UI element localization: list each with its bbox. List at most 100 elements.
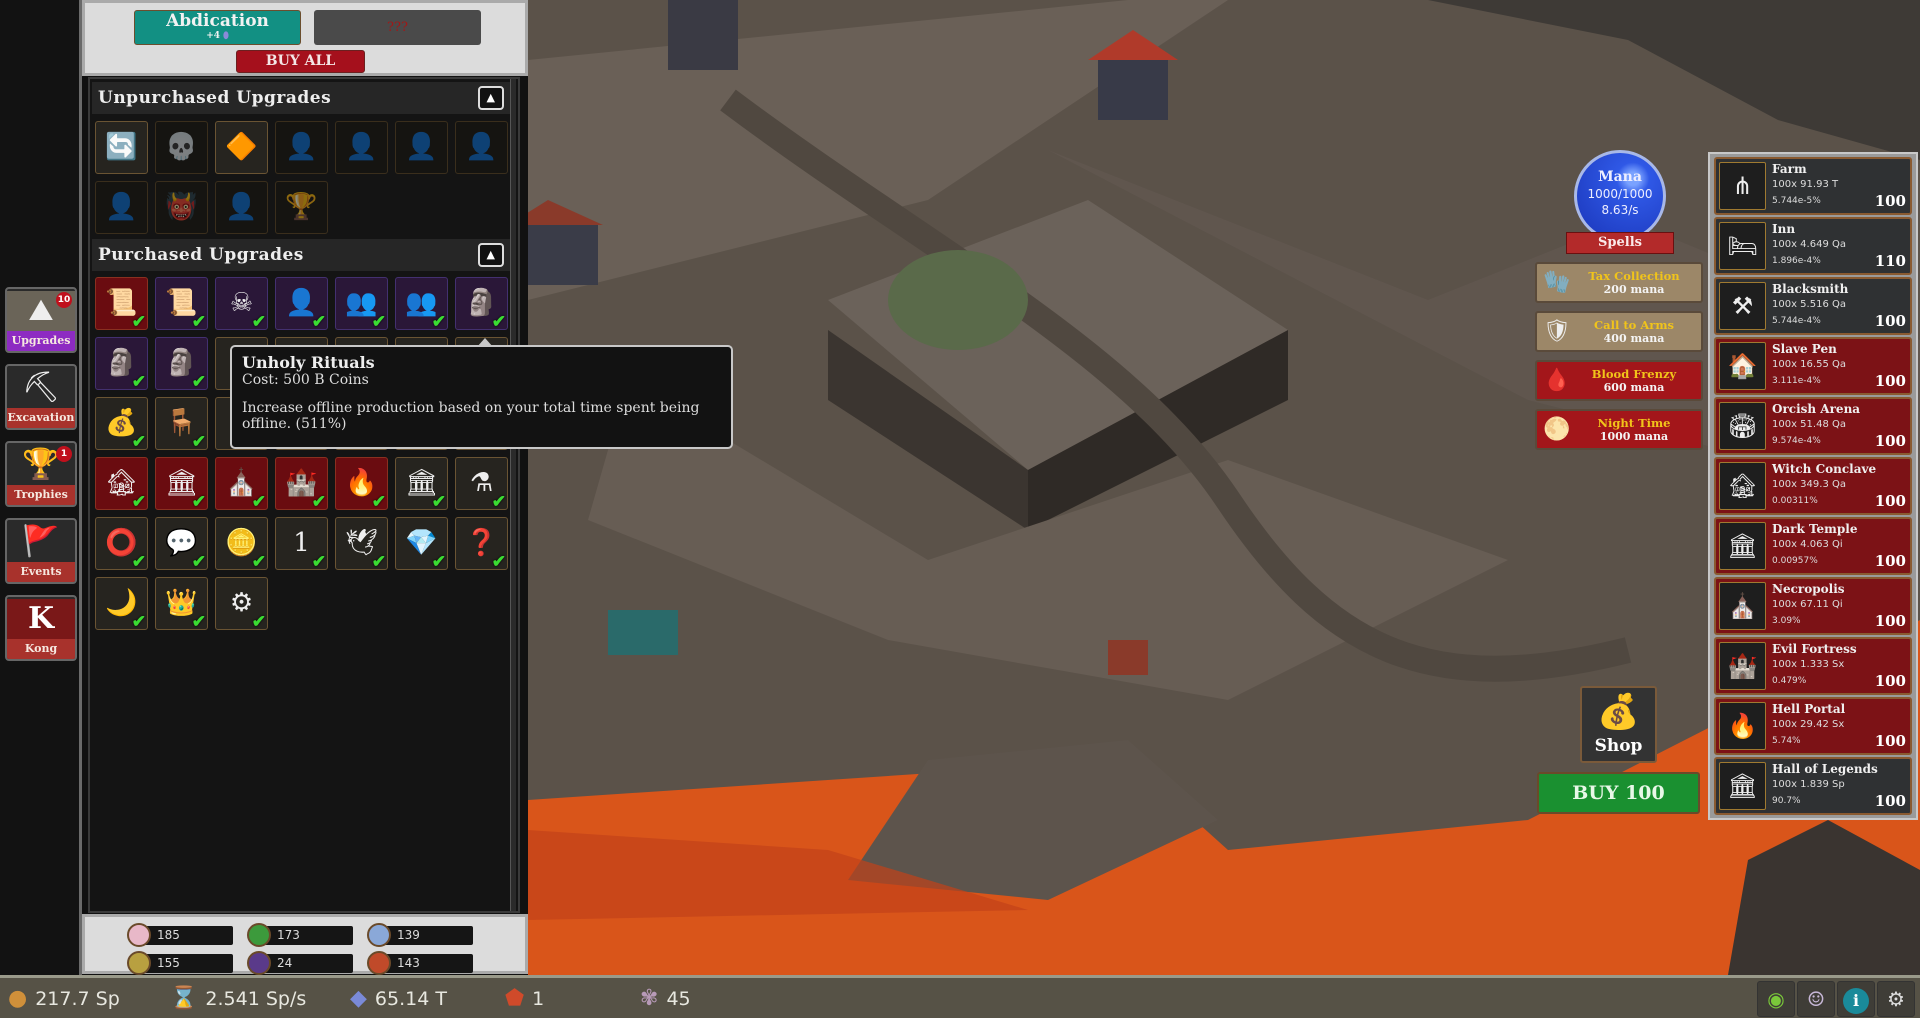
upgrade-purchased-item[interactable]: 👥 ✔: [395, 277, 448, 331]
spell-tax-collection-button[interactable]: 🧤 Tax Collection 200 mana: [1535, 262, 1703, 303]
upgrade-purchased-item[interactable]: 🌙 ✔: [95, 577, 148, 632]
upgrade-purchased-item[interactable]: 🏚 ✔: [95, 457, 148, 511]
upgrade-unpurchased-item[interactable]: 👤: [395, 121, 448, 174]
realm-map-button[interactable]: ◉: [1757, 981, 1795, 1017]
nav-trophies-button[interactable]: 🏆 1 Trophies: [5, 441, 77, 507]
building-hell-portal[interactable]: 🔥 Hell Portal 100x 29.42 Sx 5.74% 100: [1714, 697, 1912, 755]
hall-of-legends-icon: 🏛: [1719, 762, 1766, 810]
potion-icon: ⚗: [469, 468, 494, 498]
upgrade-purchased-item[interactable]: ⛪ ✔: [215, 457, 268, 511]
upgrade-purchased-item[interactable]: ⭕ ✔: [95, 517, 148, 571]
abdication-button[interactable]: Abdication +4 ⬮: [134, 10, 301, 45]
building-production-share: 1.896e-4%: [1772, 256, 1821, 266]
buy-all-button[interactable]: BUY ALL: [236, 50, 365, 73]
dwarf-icon: [127, 951, 151, 975]
building-orcish-arena[interactable]: 🏟 Orcish Arena 100x 51.48 Qa 9.574e-4% 100: [1714, 397, 1912, 455]
building-evil-fortress[interactable]: 🏰 Evil Fortress 100x 1.333 Sx 0.479% 100: [1714, 637, 1912, 695]
upgrade-purchased-item[interactable]: 👥 ✔: [335, 277, 388, 331]
spell-night-time-button[interactable]: 🌕 Night Time 1000 mana: [1535, 409, 1703, 450]
upgrade-purchased-item[interactable]: 📜 ✔: [95, 277, 148, 331]
upgrade-purchased-item[interactable]: 👤 ✔: [275, 277, 328, 331]
income-value: 2.541 Sp/s: [205, 988, 307, 1010]
upgrade-unpurchased-item[interactable]: 🔄: [95, 121, 148, 174]
upgrade-purchased-item[interactable]: 👑 ✔: [155, 577, 208, 631]
slave-pen-icon: 🏠: [1719, 342, 1766, 390]
upgrade-purchased-item[interactable]: ⚙ ✔: [215, 577, 268, 631]
collapse-unpurchased-button[interactable]: ▲: [478, 86, 504, 110]
upgrade-purchased-item[interactable]: 💎 ✔: [395, 517, 448, 571]
upgrade-purchased-item[interactable]: 💬 ✔: [155, 517, 208, 571]
building-blacksmith[interactable]: ⚒ Blacksmith 100x 5.516 Qa 5.744e-4% 100: [1714, 277, 1912, 335]
upgrade-purchased-item[interactable]: 🕊 ✔: [335, 517, 388, 571]
spell-cost: 400 mana: [1603, 332, 1665, 345]
collapse-purchased-button[interactable]: ▲: [478, 243, 504, 267]
upgrade-purchased-item[interactable]: 🏛 ✔: [395, 457, 448, 511]
upgrade-unpurchased-item[interactable]: 🔶: [215, 121, 268, 174]
nav-kong-button[interactable]: K Kong: [5, 595, 77, 661]
upgrade-purchased-item[interactable]: 🔥 ✔: [335, 457, 388, 511]
upgrade-unpurchased-item[interactable]: 🏆: [275, 181, 328, 234]
buy-amount-button[interactable]: BUY 100: [1537, 772, 1700, 814]
nav-label: Kong: [7, 639, 75, 659]
building-name: Inn: [1772, 222, 1796, 236]
spell-call-to-arms-button[interactable]: 🛡 Call to Arms 400 mana: [1535, 311, 1703, 352]
building-cost: 100x 67.11 Qi: [1772, 599, 1843, 610]
nav-upgrades-button[interactable]: ⛰ 10 Upgrades: [5, 287, 77, 353]
upgrade-unpurchased-item[interactable]: 👹: [155, 181, 208, 234]
upgrade-purchased-item[interactable]: 📜 ✔: [155, 277, 208, 331]
building-witch-conclave[interactable]: 🏚 Witch Conclave 100x 349.3 Qa 0.00311% 100: [1714, 457, 1912, 515]
kong-k-icon: K: [7, 599, 75, 639]
upgrade-purchased-item[interactable]: 💰 ✔: [95, 397, 148, 451]
info-button[interactable]: i: [1837, 981, 1875, 1017]
upgrade-purchased-item[interactable]: 🪑 ✔: [155, 397, 208, 452]
character-portrait-button[interactable]: ☺: [1797, 981, 1835, 1017]
upgrade-purchased-item[interactable]: 🪙 ✔: [215, 517, 268, 571]
building-owned-count: 100: [1874, 492, 1906, 510]
upgrade-purchased-item[interactable]: 🏛 ✔: [155, 457, 208, 511]
building-farm[interactable]: ⋔ Farm 100x 91.93 T 5.744e-5% 100: [1714, 157, 1912, 215]
building-cost: 100x 1.839 Sp: [1772, 779, 1845, 790]
section-title: Unpurchased Upgrades: [98, 88, 332, 108]
checkmark-icon: ✔: [191, 432, 206, 452]
spell-blood-frenzy-button[interactable]: 🩸 Blood Frenzy 600 mana: [1535, 360, 1703, 401]
building-inn[interactable]: 🛏 Inn 100x 4.649 Qa 1.896e-4% 110: [1714, 217, 1912, 275]
demon-icon: [367, 951, 391, 975]
building-name: Dark Temple: [1772, 522, 1858, 536]
upgrade-purchased-item[interactable]: 1 ✔: [275, 517, 328, 571]
checkmark-icon: ✔: [251, 312, 266, 332]
upgrade-purchased-item[interactable]: ❓ ✔: [455, 517, 508, 571]
elf-icon: [247, 923, 271, 947]
upgrade-unpurchased-item[interactable]: 👤: [95, 181, 148, 234]
upgrade-purchased-item[interactable]: 🗿 ✔: [95, 337, 148, 391]
building-dark-temple[interactable]: 🏛 Dark Temple 100x 4.063 Qi 0.00957% 100: [1714, 517, 1912, 575]
upgrade-unpurchased-item[interactable]: 💀: [155, 121, 208, 174]
nav-events-button[interactable]: 🚩 Events: [5, 518, 77, 584]
upgrade-purchased-item[interactable]: 🗿 ✔: [155, 337, 208, 391]
upgrade-unpurchased-item[interactable]: 👤: [455, 121, 508, 174]
building-necropolis[interactable]: ⛪ Necropolis 100x 67.11 Qi 3.09% 100: [1714, 577, 1912, 635]
upgrade-unpurchased-item[interactable]: 👤: [275, 121, 328, 174]
shop-button[interactable]: 💰 Shop: [1580, 686, 1657, 763]
upgrade-purchased-item[interactable]: 🗿 ✔: [455, 277, 508, 331]
mana-title: Mana: [1598, 169, 1642, 185]
building-production-share: 5.74%: [1772, 736, 1801, 746]
faction-bust-icon: 👤: [285, 132, 318, 162]
nav-excavation-button[interactable]: ⛏ Excavation: [5, 364, 77, 430]
settings-button[interactable]: ⚙: [1877, 981, 1915, 1017]
building-slave-pen[interactable]: 🏠 Slave Pen 100x 16.55 Qa 3.111e-4% 100: [1714, 337, 1912, 395]
building-name: Hall of Legends: [1772, 762, 1878, 776]
upgrade-purchased-item[interactable]: ☠ ✔: [215, 277, 268, 332]
glove-icon: 🧤: [1543, 270, 1571, 295]
scrollbar[interactable]: [510, 79, 516, 911]
locked-prestige-button[interactable]: ???: [314, 10, 481, 45]
upgrade-unpurchased-item[interactable]: 👤: [335, 121, 388, 174]
faction-resource-value: 139: [397, 928, 420, 942]
checkmark-icon: ✔: [131, 612, 146, 632]
building-hall-of-legends[interactable]: 🏛 Hall of Legends 100x 1.839 Sp 90.7% 100: [1714, 757, 1912, 815]
shovel-icon: ⛏: [21, 370, 61, 405]
upgrade-purchased-item[interactable]: 🏰 ✔: [275, 457, 328, 511]
upgrade-purchased-item[interactable]: ⚗ ✔: [455, 457, 508, 511]
upgrade-unpurchased-item[interactable]: 👤: [215, 181, 268, 234]
faction-resource: 143: [367, 951, 473, 975]
building-owned-count: 100: [1874, 672, 1906, 690]
